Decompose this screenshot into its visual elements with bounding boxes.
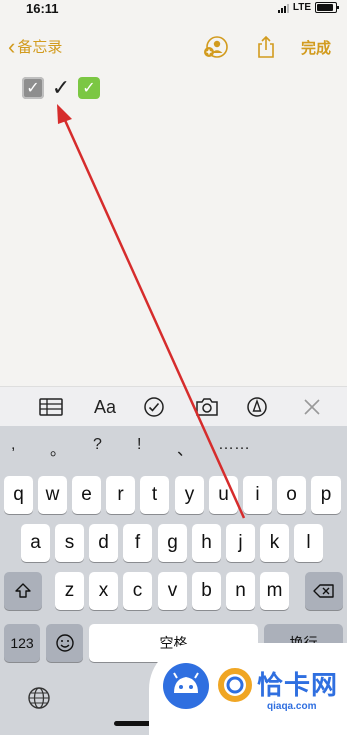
key-z[interactable]: z (55, 572, 84, 610)
shift-key[interactable] (4, 572, 42, 610)
watermark: 恰卡网 qiaqa.com (149, 643, 347, 735)
key-l[interactable]: l (294, 524, 323, 562)
watermark-ring-icon (218, 668, 252, 702)
status-bar: 16:11 LTE (0, 0, 347, 18)
key-d[interactable]: d (89, 524, 118, 562)
globe-icon[interactable] (27, 686, 51, 710)
backspace-icon (313, 584, 334, 598)
key-f[interactable]: f (123, 524, 152, 562)
symbol-key[interactable]: 、 (177, 436, 193, 460)
key-p[interactable]: p (311, 476, 341, 514)
key-s[interactable]: s (55, 524, 84, 562)
key-c[interactable]: c (123, 572, 152, 610)
network-label: LTE (292, 2, 311, 13)
key-u[interactable]: u (209, 476, 238, 514)
watermark-logo-icon (163, 663, 209, 709)
camera-icon[interactable] (194, 396, 220, 418)
key-v[interactable]: v (158, 572, 187, 610)
key-i[interactable]: i (243, 476, 272, 514)
symbol-key[interactable]: ! (137, 436, 141, 454)
key-j[interactable]: j (226, 524, 255, 562)
share-icon[interactable] (253, 34, 279, 60)
close-icon[interactable] (302, 396, 322, 418)
back-button[interactable]: ‹ 备忘录 (8, 33, 63, 59)
key-g[interactable]: g (158, 524, 187, 562)
key-t[interactable]: t (140, 476, 169, 514)
chevron-left-icon: ‹ (8, 33, 16, 59)
watermark-title: 恰卡网 (257, 670, 339, 700)
numbers-key[interactable]: 123 (4, 624, 40, 662)
symbol-key[interactable]: …… (218, 436, 250, 454)
formatting-toolbar: Aa (0, 386, 347, 427)
format-text-button[interactable]: Aa (92, 396, 118, 418)
key-e[interactable]: e (72, 476, 101, 514)
key-k[interactable]: k (260, 524, 289, 562)
signal-icon (277, 3, 289, 13)
done-button[interactable]: 完成 (301, 37, 331, 58)
key-a[interactable]: a (21, 524, 50, 562)
table-icon[interactable] (39, 396, 63, 418)
shift-icon (15, 583, 31, 598)
note-body[interactable]: ✓ ✓ ✓ (0, 64, 347, 386)
battery-icon (315, 2, 339, 13)
key-y[interactable]: y (175, 476, 204, 514)
key-m[interactable]: m (260, 572, 289, 610)
checkbox-green-icon: ✓ (78, 77, 100, 99)
symbol-key[interactable]: ? (93, 436, 102, 454)
symbol-key[interactable]: 。 (50, 436, 66, 460)
key-r[interactable]: r (106, 476, 135, 514)
key-b[interactable]: b (192, 572, 221, 610)
key-h[interactable]: h (192, 524, 221, 562)
symbol-key[interactable]: , (11, 436, 15, 454)
checkbox-gray-icon: ✓ (22, 77, 44, 99)
navigation-bar: ‹ 备忘录 完成 (0, 30, 347, 64)
key-q[interactable]: q (4, 476, 33, 514)
key-n[interactable]: n (226, 572, 255, 610)
status-time: 16:11 (26, 1, 59, 16)
emoji-key[interactable] (46, 624, 83, 662)
watermark-domain: qiaqa.com (267, 701, 317, 712)
key-w[interactable]: w (38, 476, 67, 514)
status-right: LTE (277, 2, 339, 13)
key-x[interactable]: x (89, 572, 118, 610)
add-person-icon[interactable] (202, 34, 228, 60)
emoji-icon (55, 634, 74, 652)
checklist-icon[interactable] (143, 396, 165, 418)
back-label: 备忘录 (17, 39, 63, 56)
emoji-marks: ✓ ✓ ✓ (22, 75, 100, 100)
check-mark-icon: ✓ (51, 75, 71, 100)
delete-key[interactable] (305, 572, 343, 610)
markup-pen-icon[interactable] (246, 396, 268, 418)
key-o[interactable]: o (277, 476, 306, 514)
